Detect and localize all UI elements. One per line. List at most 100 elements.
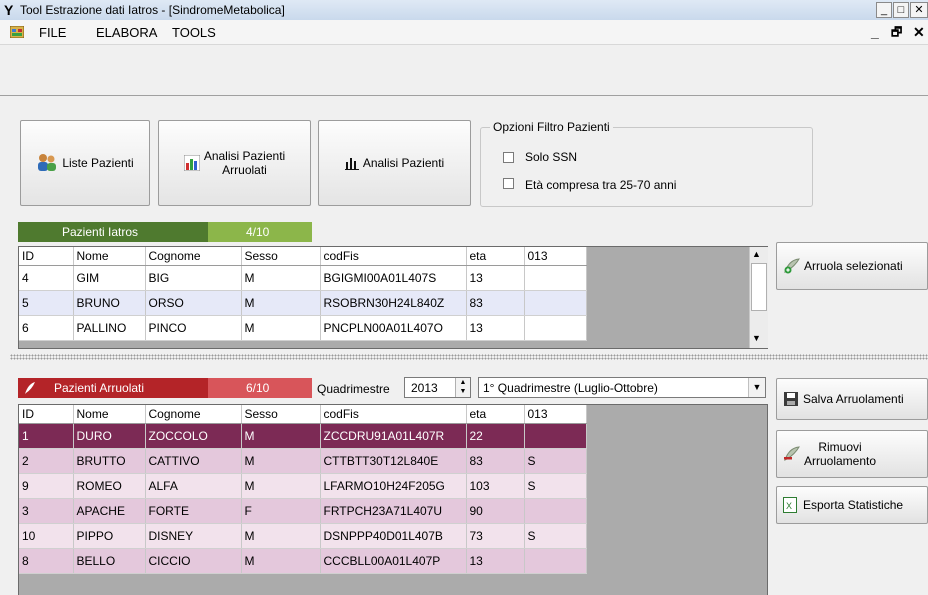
table-cell[interactable]: 13	[466, 315, 525, 341]
table-cell[interactable]: CCCBLL00A01L407P	[320, 548, 467, 574]
table-cell[interactable]	[524, 498, 587, 524]
table-cell[interactable]: 1	[19, 423, 74, 449]
table-cell[interactable]: PNCPLN00A01L407O	[320, 315, 467, 341]
table-cell[interactable]: ORSO	[145, 290, 242, 316]
column-header[interactable]: ID	[19, 405, 74, 424]
table-cell[interactable]: ZOCCOLO	[145, 423, 242, 449]
mdi-restore-button[interactable]: 🗗	[891, 24, 902, 40]
pazienti-scrollbar[interactable]: ▲ ▼	[749, 247, 768, 348]
table-cell[interactable]: M	[241, 423, 321, 449]
table-cell[interactable]: DISNEY	[145, 523, 242, 549]
table-cell[interactable]: 4	[19, 265, 74, 291]
column-header[interactable]: eta	[466, 247, 525, 266]
column-header[interactable]: Sesso	[241, 405, 321, 424]
table-cell[interactable]	[524, 548, 587, 574]
table-cell[interactable]: 103	[466, 473, 525, 499]
table-cell[interactable]: 5	[19, 290, 74, 316]
table-row[interactable]: 6 PALLINO PINCO M PNCPLN00A01L407O 13	[19, 315, 587, 341]
rimuovi-arruolamento-button[interactable]: Rimuovi Arruolamento	[776, 430, 928, 478]
period-select[interactable]: 1° Quadrimestre (Luglio-Ottobre) ▼	[478, 377, 766, 398]
column-header[interactable]: Sesso	[241, 247, 321, 266]
table-cell[interactable]: FORTE	[145, 498, 242, 524]
table-cell[interactable]: FRTPCH23A71L407U	[320, 498, 467, 524]
table-cell[interactable]: F	[241, 498, 321, 524]
solo-ssn-checkbox[interactable]	[503, 152, 514, 163]
table-cell[interactable]: 10	[19, 523, 74, 549]
table-cell[interactable]: CATTIVO	[145, 448, 242, 474]
minimize-button[interactable]: _	[876, 2, 892, 18]
pazienti-grid[interactable]: ID Nome Cognome Sesso codFis eta 013 4 GIM BIG M B…	[18, 246, 768, 349]
table-cell[interactable]: 90	[466, 498, 525, 524]
table-cell[interactable]: RSOBRN30H24L840Z	[320, 290, 467, 316]
column-header[interactable]: ID	[19, 247, 74, 266]
table-row[interactable]: 8 BELLO CICCIO M CCCBLL00A01L407P 13	[19, 548, 587, 574]
table-cell[interactable]	[524, 315, 587, 341]
table-cell[interactable]: 13	[466, 265, 525, 291]
table-cell[interactable]: ZCCDRU91A01L407R	[320, 423, 467, 449]
table-cell[interactable]: 83	[466, 290, 525, 316]
table-row[interactable]: 5 BRUNO ORSO M RSOBRN30H24L840Z 83	[19, 290, 587, 316]
table-row[interactable]: 4 GIM BIG M BGIGMI00A01L407S 13	[19, 265, 587, 291]
table-cell[interactable]: M	[241, 448, 321, 474]
eta-checkbox[interactable]	[503, 178, 514, 189]
close-button[interactable]: ✕	[910, 2, 928, 18]
spinner-arrows-icon[interactable]: ▲ ▼	[455, 378, 470, 397]
table-row[interactable]: 3 APACHE FORTE F FRTPCH23A71L407U 90	[19, 498, 587, 524]
table-cell[interactable]: 22	[466, 423, 525, 449]
table-cell[interactable]: 6	[19, 315, 74, 341]
arruola-selezionati-button[interactable]: Arruola selezionati	[776, 242, 928, 290]
table-cell[interactable]: M	[241, 473, 321, 499]
table-cell[interactable]: 73	[466, 523, 525, 549]
table-cell[interactable]: PALLINO	[73, 315, 146, 341]
mdi-minimize-button[interactable]: _	[871, 24, 879, 40]
table-cell[interactable]: 13	[466, 548, 525, 574]
column-header[interactable]: codFis	[320, 405, 467, 424]
scroll-up-icon[interactable]: ▲	[752, 249, 761, 259]
salva-arruolamenti-button[interactable]: Salva Arruolamenti	[776, 378, 928, 420]
table-row[interactable]: 10 PIPPO DISNEY M DSNPPP40D01L407B 73 S	[19, 523, 587, 549]
table-cell[interactable]: BGIGMI00A01L407S	[320, 265, 467, 291]
table-cell[interactable]: DURO	[73, 423, 146, 449]
column-header[interactable]: Nome	[73, 247, 146, 266]
column-header[interactable]: 013	[524, 247, 587, 266]
menu-tools[interactable]: TOOLS	[172, 25, 216, 41]
table-row[interactable]: 1 DURO ZOCCOLO M ZCCDRU91A01L407R 22	[19, 423, 587, 449]
table-cell[interactable]: ROMEO	[73, 473, 146, 499]
table-cell[interactable]: M	[241, 548, 321, 574]
chevron-down-icon[interactable]: ▼	[748, 378, 765, 397]
table-cell[interactable]	[524, 265, 587, 291]
year-spinner[interactable]: 2013 ▲ ▼	[404, 377, 471, 398]
table-cell[interactable]: S	[524, 523, 587, 549]
table-cell[interactable]: APACHE	[73, 498, 146, 524]
table-cell[interactable]: GIM	[73, 265, 146, 291]
table-cell[interactable]: BRUTTO	[73, 448, 146, 474]
scroll-thumb[interactable]	[751, 263, 767, 311]
menu-elabora[interactable]: ELABORA	[96, 25, 157, 41]
table-row[interactable]: 9 ROMEO ALFA M LFARMO10H24F205G 103 S	[19, 473, 587, 499]
scroll-down-icon[interactable]: ▼	[752, 333, 761, 343]
column-header[interactable]: Cognome	[145, 247, 242, 266]
arruolati-grid[interactable]: ID Nome Cognome Sesso codFis eta 013 1 DURO ZOCC…	[18, 404, 768, 595]
table-cell[interactable]: M	[241, 523, 321, 549]
table-cell[interactable]: BELLO	[73, 548, 146, 574]
column-header[interactable]: codFis	[320, 247, 467, 266]
table-cell[interactable]: M	[241, 265, 321, 291]
table-cell[interactable]: PIPPO	[73, 523, 146, 549]
table-cell[interactable]: M	[241, 290, 321, 316]
table-cell[interactable]: 9	[19, 473, 74, 499]
splitter[interactable]	[10, 354, 928, 360]
column-header[interactable]: Nome	[73, 405, 146, 424]
table-cell[interactable]: BRUNO	[73, 290, 146, 316]
table-cell[interactable]: S	[524, 473, 587, 499]
column-header[interactable]: 013	[524, 405, 587, 424]
table-cell[interactable]: CICCIO	[145, 548, 242, 574]
column-header[interactable]: eta	[466, 405, 525, 424]
mdi-close-button[interactable]: ✕	[913, 24, 925, 40]
liste-pazienti-button[interactable]: Liste Pazienti	[20, 120, 150, 206]
table-cell[interactable]: S	[524, 448, 587, 474]
table-cell[interactable]: BIG	[145, 265, 242, 291]
esporta-statistiche-button[interactable]: X Esporta Statistiche	[776, 486, 928, 524]
table-cell[interactable]: 8	[19, 548, 74, 574]
table-cell[interactable]: M	[241, 315, 321, 341]
table-cell[interactable]: PINCO	[145, 315, 242, 341]
